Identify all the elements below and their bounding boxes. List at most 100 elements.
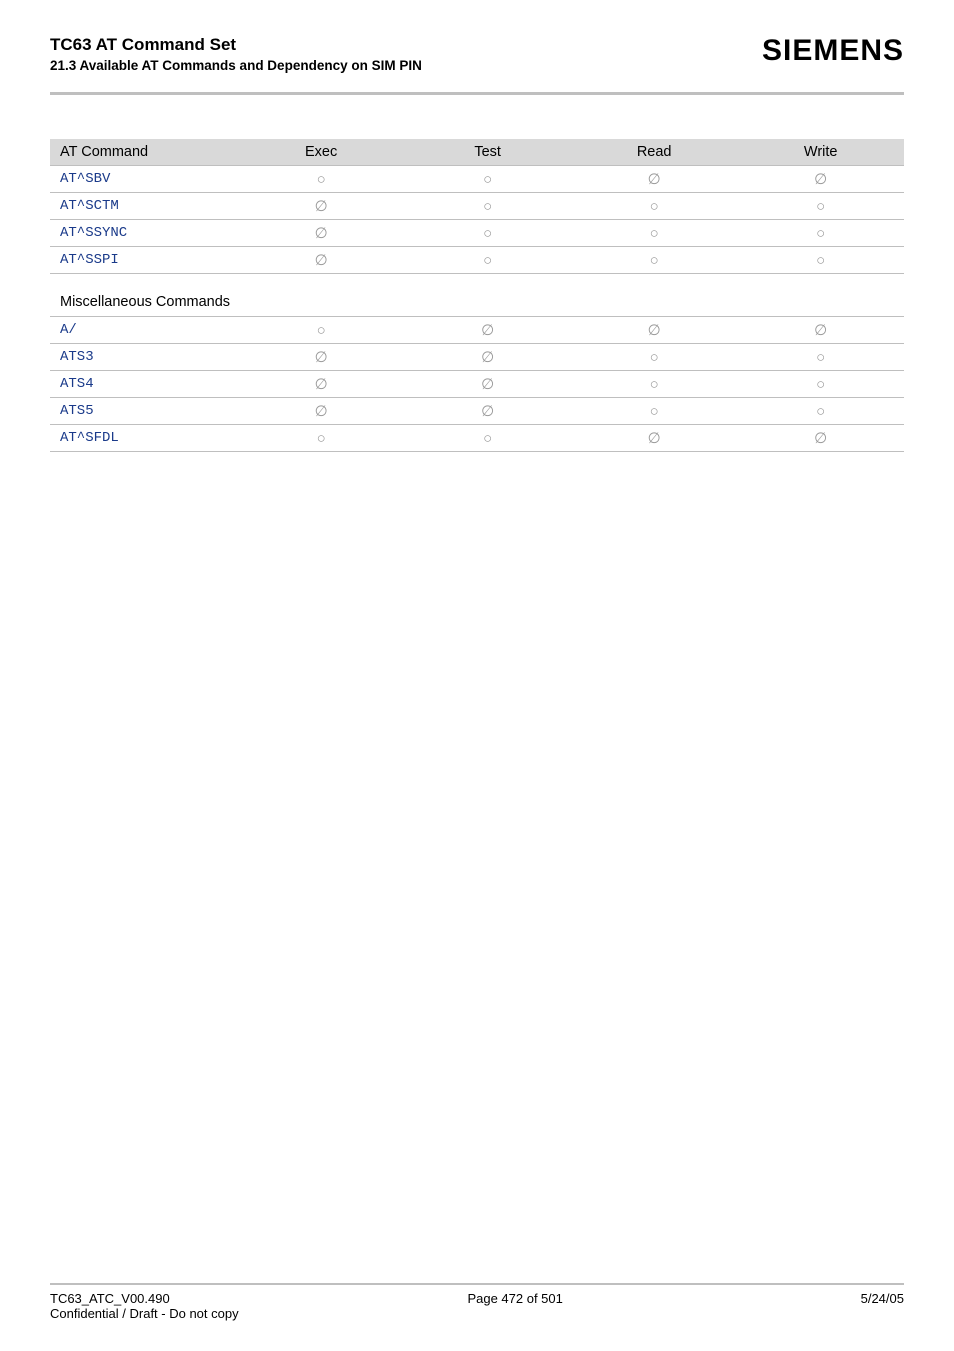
cell-read: ○ [571,247,738,274]
footer-confidential: Confidential / Draft - Do not copy [50,1306,904,1321]
empty-set-icon: ∅ [481,348,494,366]
circle-icon: ○ [650,403,659,420]
cell-test: ○ [404,425,571,452]
cell-read: ○ [571,344,738,371]
at-command-link[interactable]: AT^SCTM [50,193,238,220]
document-page: TC63 AT Command Set 21.3 Available AT Co… [0,0,954,1351]
circle-icon: ○ [816,403,825,420]
cell-test: ∅ [404,371,571,398]
table-row: AT^SSPI ∅ ○ ○ ○ [50,247,904,274]
cell-read: ○ [571,220,738,247]
page-footer: TC63_ATC_V00.490 Page 472 of 501 5/24/05… [50,1283,904,1321]
col-header-test: Test [404,139,571,166]
circle-icon: ○ [483,198,492,215]
header-left: TC63 AT Command Set 21.3 Available AT Co… [50,34,422,76]
at-command-link[interactable]: AT^SSYNC [50,220,238,247]
section-row-misc-commands: Miscellaneous Commands [50,274,904,317]
empty-set-icon: ∅ [814,321,827,339]
header-rule [50,92,904,95]
table-row: A/ ○ ∅ ∅ ∅ [50,317,904,344]
empty-set-icon: ∅ [648,429,661,447]
table-row: ATS5 ∅ ∅ ○ ○ [50,398,904,425]
cell-exec: ○ [238,317,405,344]
cell-exec: ∅ [238,344,405,371]
cell-test: ∅ [404,398,571,425]
table-row: ATS4 ∅ ∅ ○ ○ [50,371,904,398]
empty-set-icon: ∅ [481,402,494,420]
cell-exec: ∅ [238,220,405,247]
footer-doc-version: TC63_ATC_V00.490 [50,1291,170,1306]
cell-write: ○ [737,193,904,220]
cell-read: ∅ [571,317,738,344]
empty-set-icon: ∅ [315,251,328,269]
cell-write: ○ [737,344,904,371]
circle-icon: ○ [650,225,659,242]
empty-set-icon: ∅ [315,348,328,366]
table-row: AT^SCTM ∅ ○ ○ ○ [50,193,904,220]
table-row: ATS3 ∅ ∅ ○ ○ [50,344,904,371]
empty-set-icon: ∅ [315,375,328,393]
circle-icon: ○ [650,252,659,269]
cell-exec: ∅ [238,193,405,220]
siemens-logo: SIEMENS [762,34,904,68]
cell-test: ○ [404,220,571,247]
at-command-link[interactable]: AT^SSPI [50,247,238,274]
empty-set-icon: ∅ [315,224,328,242]
cell-exec: ○ [238,166,405,193]
cell-exec: ∅ [238,247,405,274]
circle-icon: ○ [816,198,825,215]
empty-set-icon: ∅ [814,429,827,447]
table-row: AT^SSYNC ∅ ○ ○ ○ [50,220,904,247]
footer-date: 5/24/05 [861,1291,904,1306]
document-subtitle: 21.3 Available AT Commands and Dependenc… [50,56,422,76]
footer-row: TC63_ATC_V00.490 Page 472 of 501 5/24/05 [50,1291,904,1306]
at-command-link[interactable]: ATS4 [50,371,238,398]
circle-icon: ○ [816,349,825,366]
circle-icon: ○ [650,376,659,393]
section-label: Miscellaneous Commands [50,274,904,317]
table-row: AT^SBV ○ ○ ∅ ∅ [50,166,904,193]
empty-set-icon: ∅ [814,170,827,188]
at-command-link[interactable]: ATS5 [50,398,238,425]
cell-read: ∅ [571,166,738,193]
circle-icon: ○ [650,349,659,366]
cell-test: ○ [404,193,571,220]
cell-write: ○ [737,371,904,398]
circle-icon: ○ [483,430,492,447]
footer-page-number: Page 472 of 501 [467,1291,562,1306]
circle-icon: ○ [816,376,825,393]
cell-read: ○ [571,193,738,220]
table-row: AT^SFDL ○ ○ ∅ ∅ [50,425,904,452]
footer-rule [50,1283,904,1285]
cell-test: ○ [404,166,571,193]
at-command-link[interactable]: AT^SBV [50,166,238,193]
empty-set-icon: ∅ [315,197,328,215]
document-title: TC63 AT Command Set [50,34,422,56]
cell-write: ∅ [737,166,904,193]
cell-test: ∅ [404,317,571,344]
at-command-table: AT Command Exec Test Read Write AT^SBV ○… [50,139,904,452]
circle-icon: ○ [483,252,492,269]
cell-write: ∅ [737,425,904,452]
cell-exec: ○ [238,425,405,452]
col-header-exec: Exec [238,139,405,166]
at-command-link[interactable]: AT^SFDL [50,425,238,452]
cell-read: ○ [571,398,738,425]
cell-test: ∅ [404,344,571,371]
empty-set-icon: ∅ [648,170,661,188]
page-header: TC63 AT Command Set 21.3 Available AT Co… [50,34,904,76]
circle-icon: ○ [483,225,492,242]
empty-set-icon: ∅ [648,321,661,339]
circle-icon: ○ [483,171,492,188]
at-command-link[interactable]: ATS3 [50,344,238,371]
cell-read: ○ [571,371,738,398]
empty-set-icon: ∅ [481,321,494,339]
cell-write: ∅ [737,317,904,344]
cell-write: ○ [737,220,904,247]
at-command-link[interactable]: A/ [50,317,238,344]
empty-set-icon: ∅ [481,375,494,393]
cell-exec: ∅ [238,398,405,425]
circle-icon: ○ [317,430,326,447]
cell-write: ○ [737,398,904,425]
cell-test: ○ [404,247,571,274]
